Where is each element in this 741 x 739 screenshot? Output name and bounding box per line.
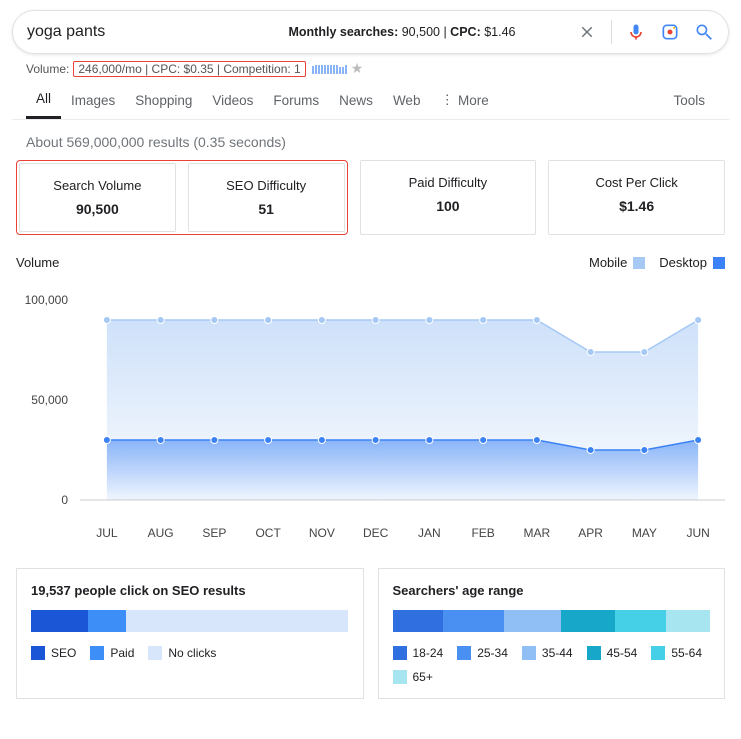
- card-value: 51: [195, 201, 338, 217]
- volume-highlight: 246,000/mo | CPC: $0.35 | Competition: 1: [73, 61, 305, 77]
- search-bar: Monthly searches: 90,500 | CPC: $1.46: [12, 10, 729, 54]
- card-value: $1.46: [555, 198, 718, 214]
- tab-tools[interactable]: Tools: [663, 83, 715, 118]
- results-meta: About 569,000,000 results (0.35 seconds): [12, 120, 729, 160]
- card-value: 90,500: [26, 201, 169, 217]
- chart-legend: Mobile Desktop: [589, 255, 725, 270]
- legend-swatch: [713, 257, 725, 269]
- tab-more-label: More: [458, 93, 489, 108]
- monthly-searches-label: Monthly searches:: [288, 25, 398, 39]
- card-label: Cost Per Click: [555, 175, 718, 190]
- clear-icon[interactable]: [577, 22, 597, 42]
- monthly-searches-value: 90,500: [402, 25, 440, 39]
- panel-title: Searchers' age range: [393, 583, 711, 598]
- tab-web[interactable]: Web: [383, 83, 431, 118]
- tab-more[interactable]: ⋮ More: [430, 82, 498, 118]
- tab-forums[interactable]: Forums: [263, 83, 329, 118]
- star-icon[interactable]: ★: [351, 60, 364, 77]
- tab-news[interactable]: News: [329, 83, 383, 118]
- swatch-paid: [90, 646, 104, 660]
- card-label: Paid Difficulty: [367, 175, 530, 190]
- separator: [611, 20, 612, 44]
- card-paid-difficulty: Paid Difficulty 100: [360, 160, 537, 235]
- clicks-legend: SEO Paid No clicks: [31, 646, 349, 660]
- chip-label: Paid: [110, 646, 134, 660]
- clicks-bar: [31, 610, 349, 632]
- card-cpc: Cost Per Click $1.46: [548, 160, 725, 235]
- legend-label: Mobile: [589, 255, 627, 270]
- tab-images[interactable]: Images: [61, 83, 125, 118]
- mic-icon[interactable]: [626, 22, 646, 42]
- age-panel: Searchers' age range 18-2425-3435-4445-5…: [378, 568, 726, 699]
- card-seo-difficulty: SEO Difficulty 51: [188, 163, 345, 232]
- cpc-label: CPC:: [450, 25, 481, 39]
- search-meta: Monthly searches: 90,500 | CPC: $1.46: [227, 25, 577, 39]
- legend-mobile: Mobile: [589, 255, 645, 270]
- search-icon[interactable]: [694, 22, 714, 42]
- tab-shopping[interactable]: Shopping: [125, 83, 202, 118]
- tab-videos[interactable]: Videos: [202, 83, 263, 118]
- legend-desktop: Desktop: [659, 255, 725, 270]
- card-label: SEO Difficulty: [195, 178, 338, 193]
- more-dots-icon: ⋮: [440, 92, 454, 108]
- mini-trend-bars: [312, 64, 347, 74]
- highlighted-stats: Search Volume 90,500 SEO Difficulty 51: [16, 160, 348, 235]
- tabs-row: All Images Shopping Videos Forums News W…: [12, 81, 729, 120]
- y-axis: 050,000100,000: [16, 300, 76, 520]
- search-input[interactable]: [27, 23, 227, 41]
- cpc-value: $1.46: [484, 25, 515, 39]
- volume-chart: Volume Mobile Desktop 050,000100,000 JUL…: [12, 235, 729, 550]
- age-legend: 18-2425-3435-4445-5455-6465+: [393, 646, 711, 684]
- chip-label: SEO: [51, 646, 76, 660]
- tab-all[interactable]: All: [26, 81, 61, 119]
- lens-icon[interactable]: [660, 22, 680, 42]
- legend-swatch: [633, 257, 645, 269]
- x-axis: JULAUGSEPOCTNOVDECJANFEBMARAPRMAYJUN: [80, 526, 725, 540]
- legend-label: Desktop: [659, 255, 707, 270]
- card-value: 100: [367, 198, 530, 214]
- clicks-panel: 19,537 people click on SEO results SEO P…: [16, 568, 364, 699]
- stat-cards-row: Search Volume 90,500 SEO Difficulty 51 P…: [12, 160, 729, 235]
- chip-label: No clicks: [168, 646, 216, 660]
- card-label: Search Volume: [26, 178, 169, 193]
- swatch-noclicks: [148, 646, 162, 660]
- card-search-volume: Search Volume 90,500: [19, 163, 176, 232]
- chart-title: Volume: [16, 255, 59, 270]
- volume-summary-line: Volume: 246,000/mo | CPC: $0.35 | Compet…: [26, 60, 725, 77]
- age-bar: [393, 610, 711, 632]
- panel-title: 19,537 people click on SEO results: [31, 583, 349, 598]
- chart-plot: [80, 300, 725, 520]
- volume-prefix: Volume:: [26, 62, 69, 76]
- swatch-seo: [31, 646, 45, 660]
